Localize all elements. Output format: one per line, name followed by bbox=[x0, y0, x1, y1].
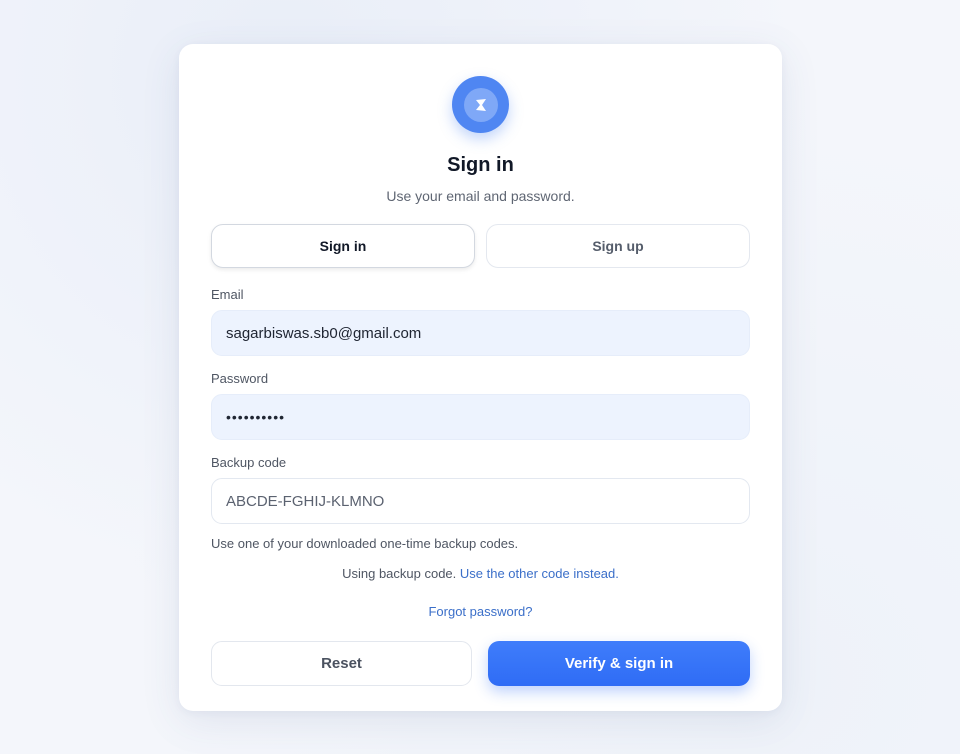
backup-code-hint: Use one of your downloaded one-time back… bbox=[211, 536, 519, 551]
email-label: Email bbox=[211, 287, 244, 302]
sign-in-card: Sign in Use your email and password. Sig… bbox=[179, 44, 782, 711]
logo-inner-circle bbox=[463, 87, 498, 122]
page-subtitle: Use your email and password. bbox=[386, 188, 575, 204]
backup-code-field[interactable]: ABCDE-FGHIJ-KLMNO bbox=[211, 478, 750, 524]
code-switch-text: Using backup code. bbox=[342, 566, 460, 581]
password-field[interactable]: •••••••••• bbox=[211, 394, 750, 440]
page-title: Sign in bbox=[447, 154, 514, 176]
use-other-code-link[interactable]: Use the other code instead. bbox=[460, 566, 619, 581]
verify-sign-in-button[interactable]: Verify & sign in bbox=[488, 641, 750, 686]
code-switch-line: Using backup code. Use the other code in… bbox=[179, 566, 782, 581]
app-logo-icon bbox=[452, 76, 509, 133]
forgot-password-row: Forgot password? bbox=[179, 604, 782, 619]
reset-button[interactable]: Reset bbox=[211, 641, 472, 686]
logo-glyph-icon bbox=[475, 98, 486, 111]
tab-sign-in[interactable]: Sign in bbox=[211, 224, 475, 268]
backup-code-label: Backup code bbox=[211, 455, 287, 470]
email-field[interactable]: sagarbiswas.sb0@gmail.com bbox=[211, 310, 750, 356]
password-label: Password bbox=[211, 371, 269, 386]
tab-sign-up[interactable]: Sign up bbox=[486, 224, 750, 268]
forgot-password-link[interactable]: Forgot password? bbox=[428, 604, 532, 619]
